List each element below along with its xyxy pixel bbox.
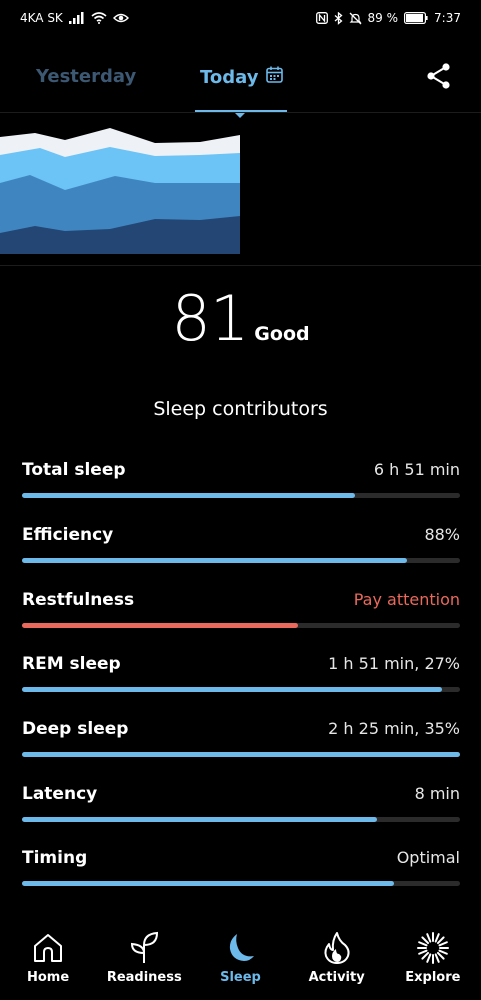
nav-sleep-label: Sleep [220, 970, 261, 985]
sleep-stages-graph[interactable] [0, 113, 481, 265]
nav-activity[interactable]: Activity [289, 920, 385, 1000]
contributor-value: 2 h 25 min, 35% [328, 719, 460, 738]
sunburst-ray [421, 951, 429, 960]
sunburst-ray [426, 933, 432, 943]
contributor-bar [22, 752, 460, 757]
nav-activity-label: Activity [308, 970, 365, 985]
nav-home[interactable]: Home [0, 920, 96, 1000]
sunburst-icon [416, 928, 450, 968]
contributor-rem-sleep[interactable]: REM sleep 1 h 51 min, 27% [22, 654, 460, 692]
contributor-bar [22, 687, 460, 692]
home-icon [32, 928, 64, 968]
sprout-icon [127, 928, 161, 968]
contributor-bar [22, 881, 460, 886]
graph-divider [0, 265, 481, 266]
bluetooth-icon [334, 11, 343, 25]
share-button[interactable] [425, 62, 453, 94]
contributor-label: Total sleep [22, 460, 126, 480]
contributor-restfulness[interactable]: Restfulness Pay attention [22, 590, 460, 628]
contributor-value: Optimal [396, 848, 460, 867]
contributor-deep-sleep[interactable]: Deep sleep 2 h 25 min, 35% [22, 719, 460, 757]
share-icon [427, 63, 450, 89]
contributor-value: Pay attention [353, 590, 460, 609]
nav-readiness-label: Readiness [106, 970, 182, 985]
carrier-label: 4KA SK [20, 11, 63, 25]
clock: 7:37 [434, 11, 461, 25]
bottom-navigation: Home Readiness Sleep Activity Explore [0, 920, 481, 1000]
day-switcher: Yesterday Today [0, 52, 481, 118]
tab-today[interactable]: Today [200, 66, 284, 88]
sunburst-ray [417, 949, 428, 955]
tab-today-label: Today [200, 66, 259, 88]
contributor-label: Deep sleep [22, 719, 129, 739]
contributor-label: Restfulness [22, 590, 135, 610]
battery-percent: 89 % [367, 11, 399, 25]
contributor-label: Latency [22, 784, 98, 804]
contributor-label: REM sleep [22, 654, 121, 674]
contributor-bar-fill [22, 881, 395, 886]
contributor-total-sleep[interactable]: Total sleep 6 h 51 min [22, 460, 460, 498]
contributor-bar [22, 817, 460, 822]
sunburst-ray [434, 953, 440, 963]
contributor-latency[interactable]: Latency 8 min [22, 784, 460, 822]
contributor-bar [22, 493, 460, 498]
contributor-value: 8 min [414, 784, 460, 803]
sunburst-ray [438, 941, 448, 947]
contributor-label: Efficiency [22, 525, 114, 545]
tab-yesterday[interactable]: Yesterday [36, 66, 136, 87]
signal-icon [68, 12, 85, 24]
contributor-value: 1 h 51 min, 27% [328, 654, 460, 673]
sleep-score-rating: Good [254, 323, 310, 345]
contributor-bar-fill [22, 493, 355, 498]
sunburst-ray [436, 936, 445, 945]
contributor-timing[interactable]: Timing Optimal [22, 848, 460, 886]
contributors-title: Sleep contributors [153, 398, 328, 420]
sunburst-ray [426, 953, 432, 963]
sunburst-ray [438, 949, 448, 955]
contributor-bar [22, 623, 460, 628]
contributor-bar-fill [22, 623, 298, 628]
flame-icon [322, 928, 352, 968]
sunburst-ray [434, 933, 440, 943]
nav-explore-label: Explore [405, 970, 461, 985]
nav-explore[interactable]: Explore [385, 920, 481, 1000]
calendar-icon[interactable] [266, 66, 284, 88]
sleep-score: 81 Good [0, 282, 481, 355]
contributor-value: 88% [424, 525, 460, 544]
contributor-bar-fill [22, 558, 408, 563]
eye-icon [112, 12, 129, 24]
contributor-bar-fill [22, 687, 443, 692]
mute-icon [349, 12, 362, 25]
status-bar-left: 4KA SK [20, 11, 129, 25]
contributor-bar-fill [22, 752, 460, 757]
nav-readiness[interactable]: Readiness [96, 920, 192, 1000]
sunburst-ray [421, 936, 429, 945]
status-bar: 4KA SK 89 % 7:37 [0, 0, 481, 36]
contributor-label: Timing [22, 848, 88, 868]
contributor-value: 6 h 51 min [373, 460, 460, 479]
battery-icon [404, 12, 428, 24]
sleep-score-value: 81 [171, 282, 249, 355]
moon-icon [224, 928, 256, 968]
sunburst-ray [436, 951, 445, 960]
wifi-icon [91, 12, 107, 24]
status-bar-right: 89 % 7:37 [315, 11, 461, 25]
nav-home-label: Home [27, 970, 70, 985]
contributor-bar [22, 558, 460, 563]
nav-sleep[interactable]: Sleep [192, 920, 288, 1000]
contributor-bar-fill [22, 817, 377, 822]
sunburst-ray [417, 941, 428, 947]
nfc-icon [315, 12, 328, 24]
contributor-efficiency[interactable]: Efficiency 88% [22, 525, 460, 563]
